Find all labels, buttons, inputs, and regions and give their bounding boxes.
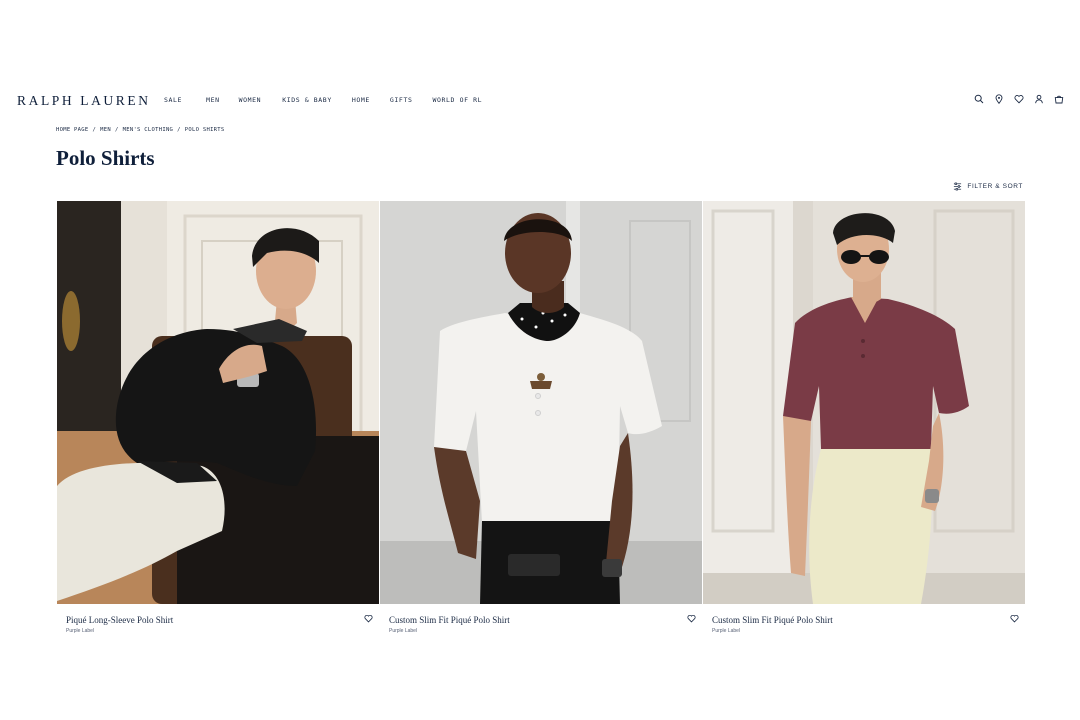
product-brand: Purple Label [66,628,95,634]
location-icon[interactable] [994,94,1004,104]
filter-sort-label: FILTER & SORT [967,183,1023,190]
product-card[interactable]: Piqué Long-Sleeve Polo Shirt Purple Labe… [57,201,379,644]
product-image[interactable] [703,201,1025,604]
nav-item-gifts[interactable]: GIFTS [390,96,413,104]
product-image[interactable] [57,201,379,604]
breadcrumb-separator: / [177,127,181,133]
product-info: Piqué Long-Sleeve Polo Shirt Purple Labe… [57,604,379,644]
filter-sort-button[interactable]: FILTER & SORT [953,182,1023,191]
search-icon[interactable] [974,94,984,104]
product-brand: Purple Label [389,628,418,634]
product-card[interactable]: Custom Slim Fit Piqué Polo Shirt Purple … [380,201,702,644]
utility-icons [974,94,1064,104]
heart-icon[interactable] [1014,94,1024,104]
nav-item-home[interactable]: HOME [352,96,370,104]
breadcrumb-polo-shirts[interactable]: POLO SHIRTS [185,127,225,133]
nav-item-men[interactable]: MEN [206,96,220,104]
breadcrumb-men[interactable]: MEN [100,127,111,133]
product-grid: Piqué Long-Sleeve Polo Shirt Purple Labe… [57,201,1025,644]
nav-item-world-of-rl[interactable]: WORLD OF RL [432,96,482,104]
breadcrumb-separator: / [92,127,97,133]
site-header: RALPH LAUREN SALE MEN WOMEN KIDS & BABY … [0,88,1080,112]
product-name[interactable]: Piqué Long-Sleeve Polo Shirt [66,615,173,625]
bag-icon[interactable] [1054,94,1064,104]
nav-item-kids-baby[interactable]: KIDS & BABY [282,96,332,104]
breadcrumb-home[interactable]: HOME PAGE [56,127,89,133]
page-title: Polo Shirts [56,146,155,170]
breadcrumb: HOME PAGE / MEN / MEN'S CLOTHING / POLO … [56,127,225,133]
wishlist-heart-icon[interactable] [687,614,696,623]
wishlist-heart-icon[interactable] [1010,614,1019,623]
breadcrumb-separator: / [114,127,119,133]
product-card[interactable]: Custom Slim Fit Piqué Polo Shirt Purple … [703,201,1025,644]
product-image[interactable] [380,201,702,604]
product-name[interactable]: Custom Slim Fit Piqué Polo Shirt [389,615,510,625]
nav-item-women[interactable]: WOMEN [239,96,262,104]
breadcrumb-mens-clothing[interactable]: MEN'S CLOTHING [123,127,174,133]
brand-logo[interactable]: RALPH LAUREN [17,93,151,109]
nav-item-sale[interactable]: SALE [164,96,182,104]
product-name[interactable]: Custom Slim Fit Piqué Polo Shirt [712,615,833,625]
account-icon[interactable] [1034,94,1044,104]
product-brand: Purple Label [712,628,741,634]
main-nav: SALE MEN WOMEN KIDS & BABY HOME GIFTS WO… [164,96,482,104]
wishlist-heart-icon[interactable] [364,614,373,623]
product-info: Custom Slim Fit Piqué Polo Shirt Purple … [380,604,702,644]
filter-sliders-icon [953,182,962,191]
product-info: Custom Slim Fit Piqué Polo Shirt Purple … [703,604,1025,644]
